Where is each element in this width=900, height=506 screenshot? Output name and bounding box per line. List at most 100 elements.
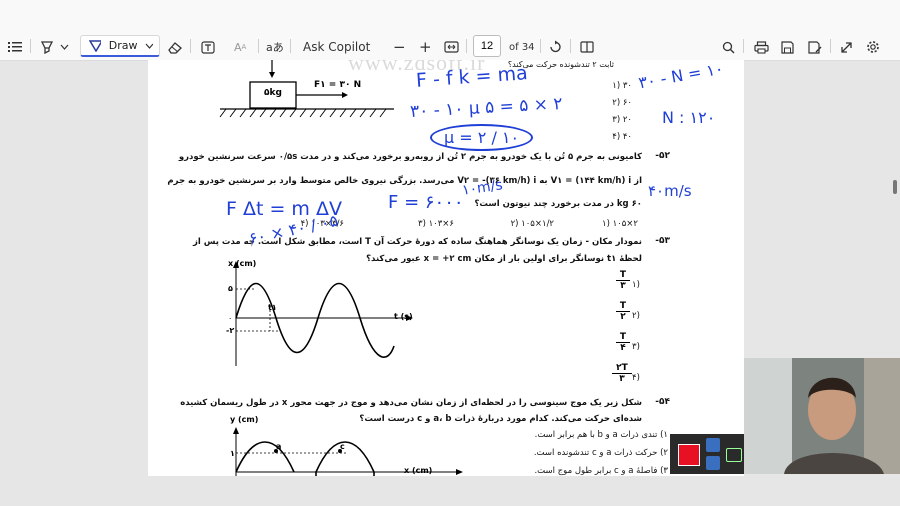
q53-option-3[interactable]: T ۴ (616, 332, 630, 353)
search-icon[interactable] (722, 38, 735, 56)
q53-option-3-num: T (619, 332, 627, 342)
webcam-overlay (744, 358, 900, 474)
q54-graph (233, 427, 463, 476)
page-number-input[interactable] (473, 35, 501, 57)
q53-option-4[interactable]: ۲T ۳ (612, 363, 632, 384)
q51-force-label: F۱ = ۳۰ N (314, 80, 362, 90)
text-format-icon[interactable]: AA (234, 38, 246, 56)
chevron-down-icon (146, 43, 153, 49)
toolbar-divider (743, 39, 744, 53)
save-as-icon[interactable] (808, 38, 822, 56)
q54-line-1: شکل زیر یک موج سینوسی را در لحظه‌ای از ز… (180, 398, 642, 408)
q52-option-1[interactable]: ۲×۱۰۵ (۱ (602, 219, 638, 229)
toolbar-divider (30, 39, 31, 53)
highlighter-icon[interactable] (40, 38, 54, 56)
ask-copilot-label: Ask Copilot (303, 40, 371, 54)
q52-line-3: ۶۰ kg در مدت برخورد چند نیوتون است؟ (474, 199, 643, 209)
ink-annotation-5: N : ۱۲۰ (662, 108, 716, 127)
q53-option-3-index: (۳ (632, 342, 640, 352)
pdf-toolbar: Draw AA aあ Ask Copilot − + of 34 (0, 0, 900, 61)
draw-label: Draw (108, 39, 138, 52)
q53-option-1-den: ۳ (616, 280, 630, 291)
q53-option-4-index: (۴ (632, 373, 640, 383)
eraser-icon[interactable] (168, 38, 183, 56)
q54-line-2: شده‌ای حرکت می‌کند. کدام مورد دربارهٔ ذر… (359, 414, 642, 424)
q51-block-label: ۵kg (264, 88, 282, 98)
bottom-gap (0, 476, 900, 506)
q52-number: -۵۲ (655, 151, 670, 161)
zoom-in-icon[interactable]: + (419, 38, 432, 56)
q54-y-value: ۱ (230, 449, 235, 458)
q53-option-2[interactable]: T ۲ (616, 301, 630, 322)
q54-ylabel: y (cm) (230, 415, 259, 424)
ink-annotation-3: μ = ۲ / ۱۰ (430, 124, 534, 151)
q52-line-2: از V۱ = (۱۴۴ km/h) i به V۲ = -(۳۶ km/h) … (167, 176, 642, 186)
zoom-out-icon[interactable]: − (393, 38, 406, 56)
q53-y-zero: ۰ (228, 314, 233, 323)
q54-point-c: c (340, 442, 345, 451)
q54-number: -۵۴ (655, 397, 670, 407)
text-box-icon[interactable] (201, 38, 215, 56)
q52-line-1: کامیونی به جرم ۵ تُن با یک خودرو به جرم … (178, 152, 642, 162)
q51-option-4[interactable]: ۴۰ (۴ (612, 132, 632, 142)
ink-annotation-10: ۴۰m/s (648, 182, 692, 200)
q51-option-3[interactable]: ۲۰ (۳ (612, 115, 632, 125)
toolbar-divider (466, 39, 467, 53)
q54-option-1[interactable]: ۱) تندی ذرات a و b با هم برابر است. (535, 430, 668, 440)
q53-ylabel: x (cm) (228, 259, 257, 268)
toolbar-divider (540, 39, 541, 53)
q53-option-2-den: ۲ (616, 311, 630, 322)
q54-option-3[interactable]: ۳) فاصلهٔ a و c برابر طول موج است. (534, 466, 668, 476)
ink-annotation-4: ۳۰ - N = ۱۰ (637, 60, 725, 93)
camera-icon[interactable] (706, 438, 720, 452)
rotate-icon[interactable] (548, 38, 562, 56)
q53-xlabel: t (s) (394, 312, 413, 321)
q53-y-top: ۵ (228, 284, 233, 293)
q54-option-2[interactable]: ۲) حرکت ذرات a و c تندشونده است. (534, 448, 668, 458)
ink-annotation-7: F = ۶۰۰۰ (388, 192, 464, 213)
toolbar-divider (190, 39, 191, 53)
chevron-down-icon[interactable] (60, 38, 69, 56)
q53-option-1-num: T (619, 270, 627, 280)
q54-point-a: a (276, 442, 282, 451)
list-icon[interactable] (8, 38, 22, 56)
q53-option-1-index: (۱ (632, 280, 640, 290)
toolbar-divider (830, 39, 831, 53)
recording-widget (670, 434, 744, 474)
q53-option-2-index: (۲ (632, 311, 640, 321)
page-total: of 34 (509, 41, 535, 53)
page-view-icon[interactable] (580, 38, 594, 56)
ink-annotation-2: ۳۰ - ۱۰ μ ۵ = ۵ × ۲ (409, 94, 564, 122)
save-icon[interactable] (781, 38, 794, 56)
q53-number: -۵۳ (655, 236, 670, 246)
ask-copilot-button[interactable]: Ask Copilot (303, 38, 370, 56)
webcam-person-image (744, 358, 900, 474)
q53-option-3-den: ۴ (616, 342, 630, 353)
timer-icon (726, 448, 742, 462)
q52-option-3[interactable]: ۶×۱۰۳ (۳ (418, 219, 454, 229)
q51-option-2[interactable]: ۶۰ (۲ (612, 98, 632, 108)
settings-icon[interactable] (866, 38, 880, 56)
print-icon[interactable] (754, 38, 769, 56)
draw-pen-icon (89, 39, 101, 52)
q54-xlabel: x (cm) (404, 466, 433, 475)
q53-option-2-num: T (619, 301, 627, 311)
q53-t1: t۱ (268, 303, 277, 312)
read-aloud-icon[interactable]: aあ (266, 38, 284, 56)
q53-option-1[interactable]: T ۳ (616, 270, 630, 291)
scrollbar-thumb[interactable] (893, 180, 897, 194)
q53-option-4-den: ۳ (612, 373, 632, 384)
q51-option-1[interactable]: ۳۰ (۱ (612, 81, 632, 91)
toolbar-divider (570, 39, 571, 53)
toolbar-divider (290, 39, 291, 53)
draw-button[interactable]: Draw (80, 35, 160, 57)
fit-width-icon[interactable] (444, 38, 459, 56)
fullscreen-icon[interactable] (840, 38, 853, 56)
q52-option-2[interactable]: ۱/۲×۱۰۵ (۲ (511, 219, 554, 229)
pdf-page: ثابت ۲ تندشونده حرکت می‌کند؟ ۵kg F۱ = ۳۰… (148, 60, 744, 476)
q53-option-4-num: ۲T (616, 363, 628, 373)
record-stop-button[interactable] (678, 444, 700, 466)
q53-y-neg: -۲ (226, 326, 235, 335)
pause-icon[interactable] (706, 456, 720, 470)
toolbar-divider (258, 39, 259, 53)
